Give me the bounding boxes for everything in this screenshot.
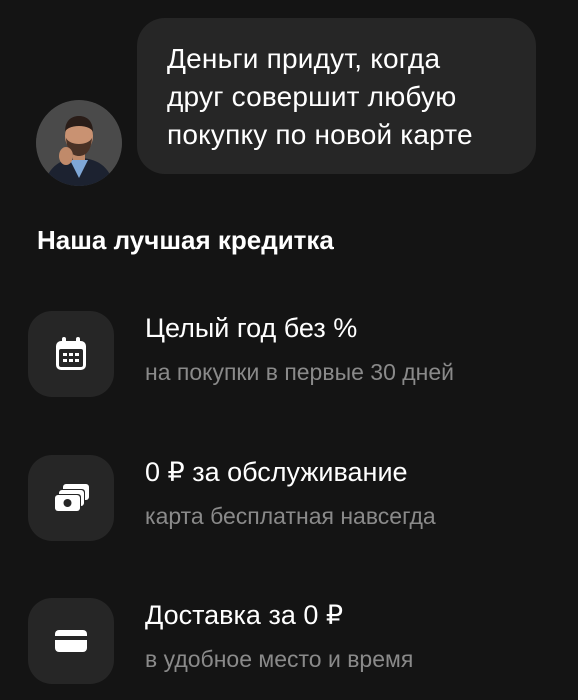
feature-subtitle: на покупки в первые 30 дней bbox=[145, 359, 455, 385]
person-photo-icon bbox=[36, 100, 122, 186]
calendar-icon bbox=[56, 337, 86, 370]
credit-card-icon bbox=[55, 630, 87, 652]
message-line: друг совершит любую bbox=[167, 81, 457, 112]
feature-title: Целый год без % bbox=[145, 313, 358, 343]
feature-subtitle: карта бесплатная навсегда bbox=[145, 503, 436, 529]
section-title: Наша лучшая кредитка bbox=[37, 225, 334, 255]
feature-icon-box bbox=[28, 598, 114, 684]
feature-title: 0 ₽ за обслуживание bbox=[145, 457, 408, 487]
message-bubble: Деньги придут, когда друг совершит любую… bbox=[137, 18, 536, 174]
feature-item-interest-free: Целый год без % на покупки в первые 30 д… bbox=[28, 311, 548, 401]
feature-icon-box bbox=[28, 311, 114, 397]
feature-subtitle: в удобное место и время bbox=[145, 646, 414, 672]
feature-item-free-service: 0 ₽ за обслуживание карта бесплатная нав… bbox=[28, 455, 548, 545]
feature-item-delivery: Доставка за 0 ₽ в удобное место и время bbox=[28, 598, 548, 688]
avatar bbox=[36, 100, 122, 186]
message-line: Деньги придут, когда bbox=[167, 43, 441, 74]
feature-title: Доставка за 0 ₽ bbox=[145, 600, 344, 630]
message-line: покупку по новой карте bbox=[167, 119, 473, 150]
feature-icon-box bbox=[28, 455, 114, 541]
banknotes-icon bbox=[54, 484, 89, 512]
